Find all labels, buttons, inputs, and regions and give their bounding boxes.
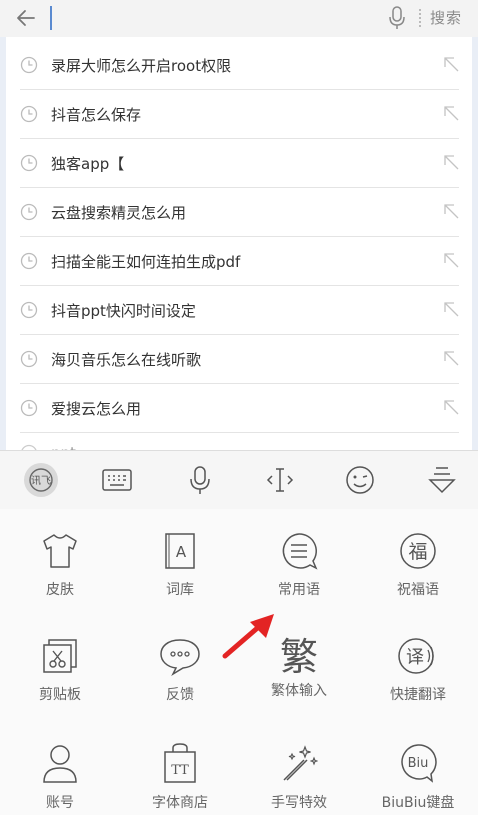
suggestion-text: 独客app【 (51, 154, 125, 173)
blessing-char: 福 (408, 541, 427, 563)
account-label: 账号 (46, 795, 74, 811)
cursor-move-icon (266, 468, 294, 492)
font-store-label: 字体商店 (152, 795, 208, 811)
collapse-down-icon (428, 467, 456, 494)
voice-input-button[interactable] (179, 459, 221, 501)
suggestion-item[interactable]: 抖音ppt快闪时间设定 (20, 286, 459, 335)
cursor-edit-button[interactable] (259, 459, 301, 501)
font-store-icon: TT (164, 743, 196, 783)
ime-logo-glyph: 讯飞 (29, 468, 53, 492)
suggestion-item[interactable]: 抖音怎么保存 (20, 90, 459, 139)
svg-text:A: A (176, 543, 187, 561)
search-button[interactable]: 搜索 (430, 7, 462, 28)
magic-wand-icon (283, 745, 318, 781)
history-clock-icon (20, 154, 38, 172)
fill-query-arrow-icon[interactable] (444, 57, 459, 72)
history-clock-icon (20, 399, 38, 417)
biubiu-keyboard-label: BiuBiu键盘 (381, 795, 455, 811)
fill-query-arrow-icon[interactable] (444, 400, 459, 415)
keyboard-toolbar: 讯飞 (0, 450, 478, 510)
translate-char: 译 (406, 647, 424, 668)
keyboard-tools-panel: 皮肤 A 词库 常用语 福 祝福语 剪贴板 反馈 繁 繁体输入 译 快捷翻译 账… (0, 509, 478, 815)
blessings-label: 祝福语 (397, 582, 439, 598)
fill-query-arrow-icon[interactable] (444, 253, 459, 268)
tshirt-icon (43, 534, 77, 568)
search-bar: 搜索 (0, 0, 478, 37)
dictionary-book-icon: A (165, 533, 195, 569)
traditional-char-icon: 繁 (280, 635, 318, 676)
skin-label: 皮肤 (46, 582, 74, 598)
biubiu-text: Biu (408, 756, 429, 771)
search-input[interactable] (50, 6, 52, 30)
translate-icon: 译 (398, 638, 434, 674)
history-clock-icon (20, 301, 38, 319)
suggestion-item[interactable]: 录屏大师怎么开启root权限 (20, 41, 459, 90)
font-store-button[interactable]: TT 字体商店 (120, 742, 240, 812)
suggestion-text: 海贝音乐怎么在线听歌 (51, 350, 202, 369)
history-clock-icon (20, 105, 38, 123)
divider (419, 9, 421, 27)
back-arrow-icon[interactable] (14, 6, 38, 30)
fill-query-arrow-icon[interactable] (444, 351, 459, 366)
annotation-arrow-icon (222, 614, 274, 659)
biubiu-icon: Biu (401, 744, 437, 783)
traditional-input-label: 繁体输入 (271, 683, 327, 699)
ime-logo-text: 讯飞 (31, 475, 51, 487)
ime-logo-button[interactable]: 讯飞 (20, 459, 62, 501)
handwriting-effects-button[interactable]: 手写特效 (239, 742, 359, 812)
fill-query-arrow-icon[interactable] (444, 106, 459, 121)
traditional-char: 繁 (280, 635, 318, 676)
user-icon (43, 745, 77, 783)
fill-query-arrow-icon[interactable] (444, 204, 459, 219)
handwriting-effects-label: 手写特效 (271, 795, 327, 811)
hide-keyboard-button[interactable] (421, 459, 463, 501)
feedback-bubble-icon (160, 639, 200, 676)
suggestion-item[interactable]: 独客app【 (20, 139, 459, 188)
common-phrases-label: 常用语 (278, 582, 320, 598)
blessings-button[interactable]: 福 祝福语 (358, 531, 478, 599)
feedback-label: 反馈 (166, 687, 194, 703)
ime-logo-icon: 讯飞 (24, 463, 58, 497)
blessing-icon: 福 (400, 533, 436, 569)
suggestion-text: 爱搜云怎么用 (51, 399, 142, 418)
suggestion-text: 录屏大师怎么开启root权限 (51, 56, 232, 75)
history-clock-icon (20, 252, 38, 270)
microphone-icon (190, 466, 210, 494)
suggestion-item[interactable]: 爱搜云怎么用 (20, 384, 459, 433)
suggestion-item[interactable]: 云盘搜索精灵怎么用 (20, 188, 459, 237)
frame-border-left (0, 37, 6, 450)
keyboard-button[interactable] (96, 459, 138, 501)
suggestion-text: 扫描全能王如何连拍生成pdf (51, 252, 241, 271)
microphone-icon[interactable] (388, 5, 406, 31)
suggestion-list: 录屏大师怎么开启root权限 抖音怎么保存 独客app【 云盘搜索精灵怎么用 扫… (20, 41, 459, 455)
clipboard-scissors-icon (43, 639, 77, 673)
quick-translate-label: 快捷翻译 (390, 687, 446, 703)
frame-border-right (472, 37, 478, 450)
quick-translate-button[interactable]: 译 快捷翻译 (358, 636, 478, 704)
history-clock-icon (20, 203, 38, 221)
chat-bubble-icon (282, 533, 318, 570)
skin-button[interactable]: 皮肤 (0, 531, 120, 599)
emoji-face-icon (346, 466, 374, 494)
common-phrases-button[interactable]: 常用语 (239, 531, 359, 599)
suggestion-text: 抖音ppt快闪时间设定 (51, 301, 196, 320)
history-clock-icon (20, 56, 38, 74)
dictionary-button[interactable]: A 词库 (120, 531, 240, 599)
clipboard-label: 剪贴板 (39, 687, 81, 703)
suggestion-item[interactable]: 扫描全能王如何连拍生成pdf (20, 237, 459, 286)
suggestion-text: 云盘搜索精灵怎么用 (51, 203, 187, 222)
clipboard-button[interactable]: 剪贴板 (0, 636, 120, 704)
suggestion-item[interactable]: 海贝音乐怎么在线听歌 (20, 335, 459, 384)
account-button[interactable]: 账号 (0, 742, 120, 812)
svg-text:TT: TT (171, 763, 189, 778)
history-clock-icon (20, 350, 38, 368)
fill-query-arrow-icon[interactable] (444, 155, 459, 170)
keyboard-icon (102, 469, 132, 491)
fill-query-arrow-icon[interactable] (444, 302, 459, 317)
biubiu-keyboard-button[interactable]: Biu BiuBiu键盘 (358, 742, 478, 812)
emoji-button[interactable] (339, 459, 381, 501)
suggestion-text: 抖音怎么保存 (51, 105, 142, 124)
dictionary-label: 词库 (166, 582, 194, 598)
